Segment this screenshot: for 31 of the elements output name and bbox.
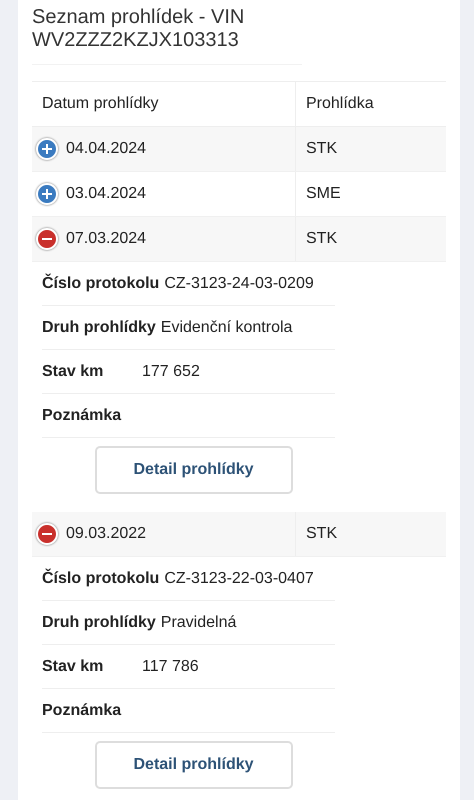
detail-value: CZ-3123-24-03-0209 (164, 274, 314, 292)
column-header: Datum prohlídky (32, 82, 296, 126)
detail-value: Evidenční kontrola (160, 318, 292, 336)
table-cell: 04.04.2024 (66, 140, 146, 158)
collapse-icon[interactable] (36, 228, 58, 250)
detail-label: Číslo protokolu (42, 274, 160, 292)
detail-button[interactable]: Detail prohlídky (94, 446, 292, 494)
collapse-icon[interactable] (36, 523, 58, 545)
detail-label: Poznámka (42, 702, 122, 720)
page-title: Seznam prohlídek - VIN WV2ZZZ2KZJX103313 (32, 0, 302, 65)
detail-label: Číslo protokolu (42, 570, 160, 588)
detail-value: CZ-3123-22-03-0407 (164, 570, 314, 588)
table-cell: 03.04.2024 (66, 185, 146, 203)
detail-value: Pravidelná (160, 614, 236, 632)
table-cell: 09.03.2022 (66, 525, 146, 543)
detail-label: Druh prohlídky (42, 318, 156, 336)
table-cell: SME (306, 185, 341, 203)
detail-value: 117 786 (142, 658, 199, 676)
detail-label: Stav km (42, 362, 104, 380)
column-header: Prohlídka (305, 94, 375, 114)
table-cell: 07.03.2024 (66, 230, 146, 248)
table-cell: STK (306, 525, 338, 543)
table-cell: STK (306, 230, 338, 248)
expand-icon[interactable] (36, 138, 58, 160)
detail-label: Stav km (42, 658, 104, 676)
detail-value: 177 652 (142, 362, 200, 380)
detail-button[interactable]: Detail prohlídky (94, 741, 292, 789)
expand-icon[interactable] (36, 183, 58, 205)
detail-label: Poznámka (42, 406, 122, 424)
detail-label: Druh prohlídky (42, 614, 156, 632)
table-cell: STK (306, 140, 338, 158)
